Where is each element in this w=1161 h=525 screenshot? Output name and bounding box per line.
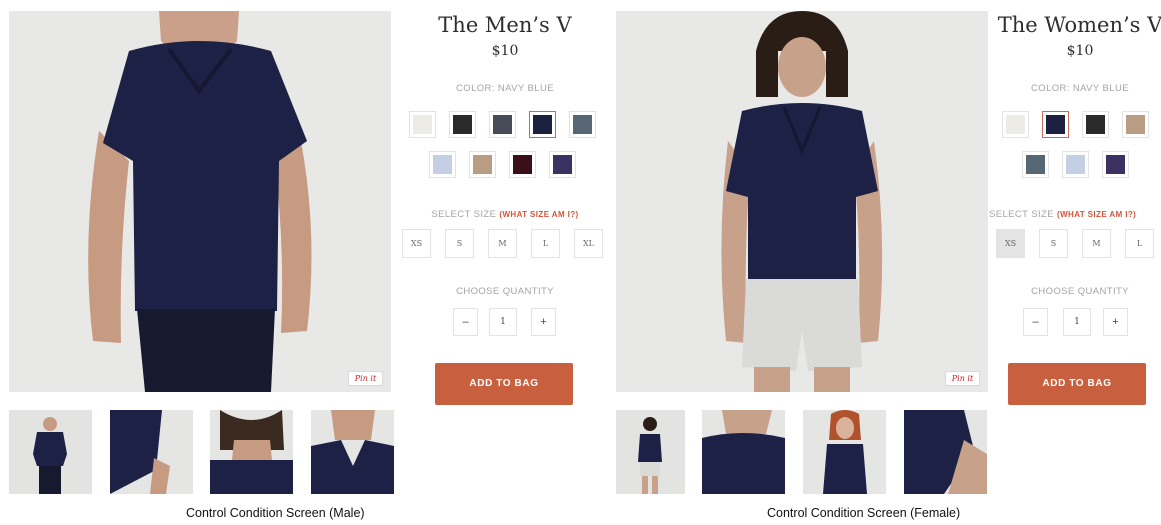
pin-it-button[interactable]: Pin it bbox=[348, 371, 383, 386]
color-swatch-navy[interactable] bbox=[529, 111, 556, 138]
color-swatch-burgundy[interactable] bbox=[509, 151, 536, 178]
color-swatch-white[interactable] bbox=[409, 111, 436, 138]
color-swatch-tan[interactable] bbox=[1122, 111, 1149, 138]
product-price: $10 bbox=[1066, 43, 1094, 59]
thumbnail-shoulder[interactable] bbox=[702, 410, 785, 494]
product-photo bbox=[9, 11, 391, 392]
product-title: The Men’s V bbox=[438, 13, 572, 37]
product-photo bbox=[616, 11, 988, 392]
color-swatch-light-blue[interactable] bbox=[1062, 151, 1089, 178]
size-option-m[interactable]: M bbox=[488, 229, 517, 258]
size-option-l[interactable]: L bbox=[1125, 229, 1154, 258]
quantity-field[interactable]: 1 bbox=[1063, 308, 1091, 336]
product-details: The Women’s V $10 bbox=[985, 11, 1161, 60]
color-swatch-slate[interactable] bbox=[569, 111, 596, 138]
figure-caption: Control Condition Screen (Female) bbox=[767, 506, 961, 520]
thumbnail-back-neck[interactable] bbox=[210, 410, 293, 494]
product-main-image: Pin it bbox=[616, 11, 988, 392]
size-option-m[interactable]: M bbox=[1082, 229, 1111, 258]
size-label-text: SELECT SIZE bbox=[431, 209, 497, 220]
color-swatch-tan[interactable] bbox=[469, 151, 496, 178]
product-panel-male: Pin it The Men’s V $10 COLOR: NAVY BLUE … bbox=[0, 0, 603, 525]
size-option-s[interactable]: S bbox=[445, 229, 474, 258]
size-option-xl[interactable]: XL bbox=[574, 229, 603, 258]
color-swatch-white[interactable] bbox=[1002, 111, 1029, 138]
product-main-image: Pin it bbox=[9, 11, 391, 392]
thumbnail-sleeve[interactable] bbox=[904, 410, 987, 494]
product-panel-female: Pin it The Women’s V $10 COLOR: NAVY BLU… bbox=[605, 0, 1161, 525]
size-label-text: SELECT SIZE bbox=[989, 209, 1054, 220]
thumbnail-front[interactable] bbox=[9, 410, 92, 494]
size-guide-link[interactable]: (WHAT SIZE AM I?) bbox=[499, 210, 578, 219]
color-label: COLOR: NAVY BLUE bbox=[1031, 83, 1129, 94]
size-label: SELECT SIZE (WHAT SIZE AM I?) bbox=[400, 209, 610, 220]
quantity-increase-button[interactable]: + bbox=[531, 308, 556, 336]
size-option-l[interactable]: L bbox=[531, 229, 560, 258]
quantity-increase-button[interactable]: + bbox=[1103, 308, 1128, 336]
thumbnail-neckline[interactable] bbox=[311, 410, 394, 494]
quantity-decrease-button[interactable]: – bbox=[453, 308, 478, 336]
size-option-s[interactable]: S bbox=[1039, 229, 1068, 258]
add-to-bag-button[interactable]: ADD TO BAG bbox=[1008, 363, 1146, 405]
color-swatch-purple[interactable] bbox=[1102, 151, 1129, 178]
size-guide-link[interactable]: (WHAT SIZE AM I?) bbox=[1057, 210, 1136, 219]
add-to-bag-button[interactable]: ADD TO BAG bbox=[435, 363, 573, 405]
pin-it-button[interactable]: Pin it bbox=[945, 371, 980, 386]
quantity-decrease-button[interactable]: – bbox=[1023, 308, 1048, 336]
thumbnail-sleeve[interactable] bbox=[110, 410, 193, 494]
quantity-field[interactable]: 1 bbox=[489, 308, 517, 336]
color-swatch-purple[interactable] bbox=[549, 151, 576, 178]
thumbnail-model-redhead[interactable] bbox=[803, 410, 886, 494]
size-option-xs[interactable]: XS bbox=[402, 229, 431, 258]
color-label: COLOR: NAVY BLUE bbox=[456, 83, 554, 94]
color-swatch-black[interactable] bbox=[449, 111, 476, 138]
product-title: The Women’s V bbox=[997, 13, 1161, 37]
product-details: The Men’s V $10 bbox=[400, 11, 610, 60]
size-option-xs[interactable]: XS bbox=[996, 229, 1025, 258]
thumbnail-front[interactable] bbox=[616, 410, 685, 494]
color-swatch-slate[interactable] bbox=[1022, 151, 1049, 178]
figure-caption: Control Condition Screen (Male) bbox=[186, 506, 365, 520]
quantity-label: CHOOSE QUANTITY bbox=[456, 286, 554, 297]
color-swatch-navy[interactable] bbox=[1042, 111, 1069, 138]
size-label: SELECT SIZE (WHAT SIZE AM I?) bbox=[989, 209, 1136, 220]
quantity-label: CHOOSE QUANTITY bbox=[1031, 286, 1129, 297]
color-swatch-black[interactable] bbox=[1082, 111, 1109, 138]
product-price: $10 bbox=[491, 43, 519, 59]
color-swatch-light-blue[interactable] bbox=[429, 151, 456, 178]
color-swatch-charcoal[interactable] bbox=[489, 111, 516, 138]
